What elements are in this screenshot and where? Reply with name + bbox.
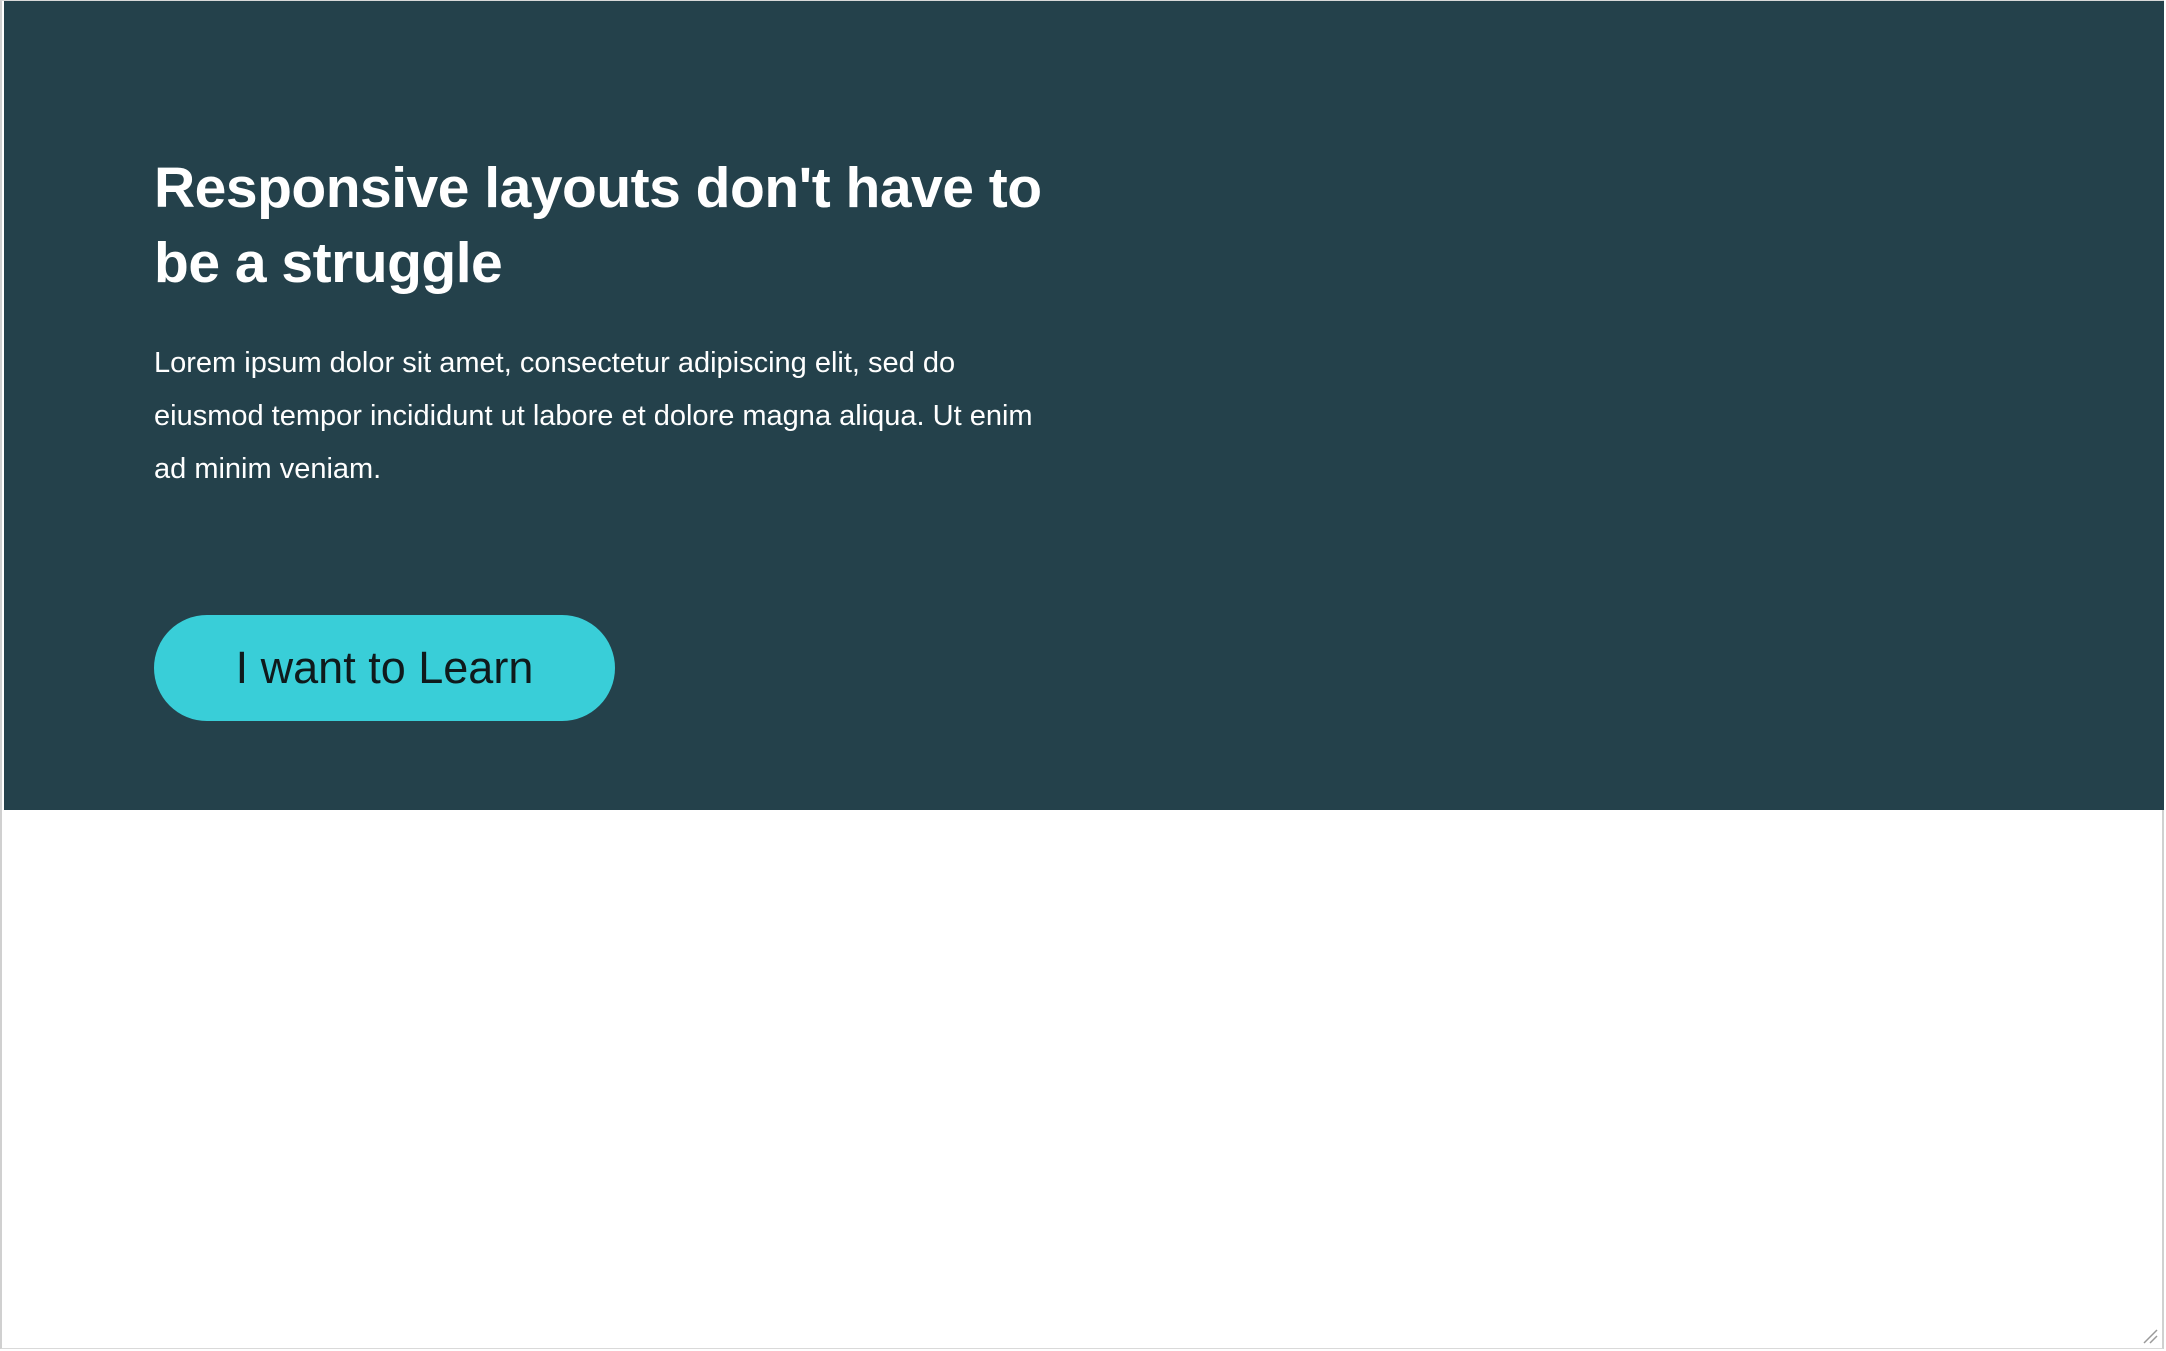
hero-title: Responsive layouts don't have to be a st… (154, 156, 1042, 295)
learn-button[interactable]: I want to Learn (154, 615, 615, 721)
page-frame: Responsive layouts don't have to be a st… (0, 0, 2164, 1349)
hero-section: Responsive layouts don't have to be a st… (4, 1, 2164, 810)
hero-content: Responsive layouts don't have to be a st… (154, 151, 1094, 496)
resize-grip-icon[interactable] (2140, 1326, 2158, 1344)
hero-description: Lorem ipsum dolor sit amet, consectetur … (154, 347, 1033, 485)
